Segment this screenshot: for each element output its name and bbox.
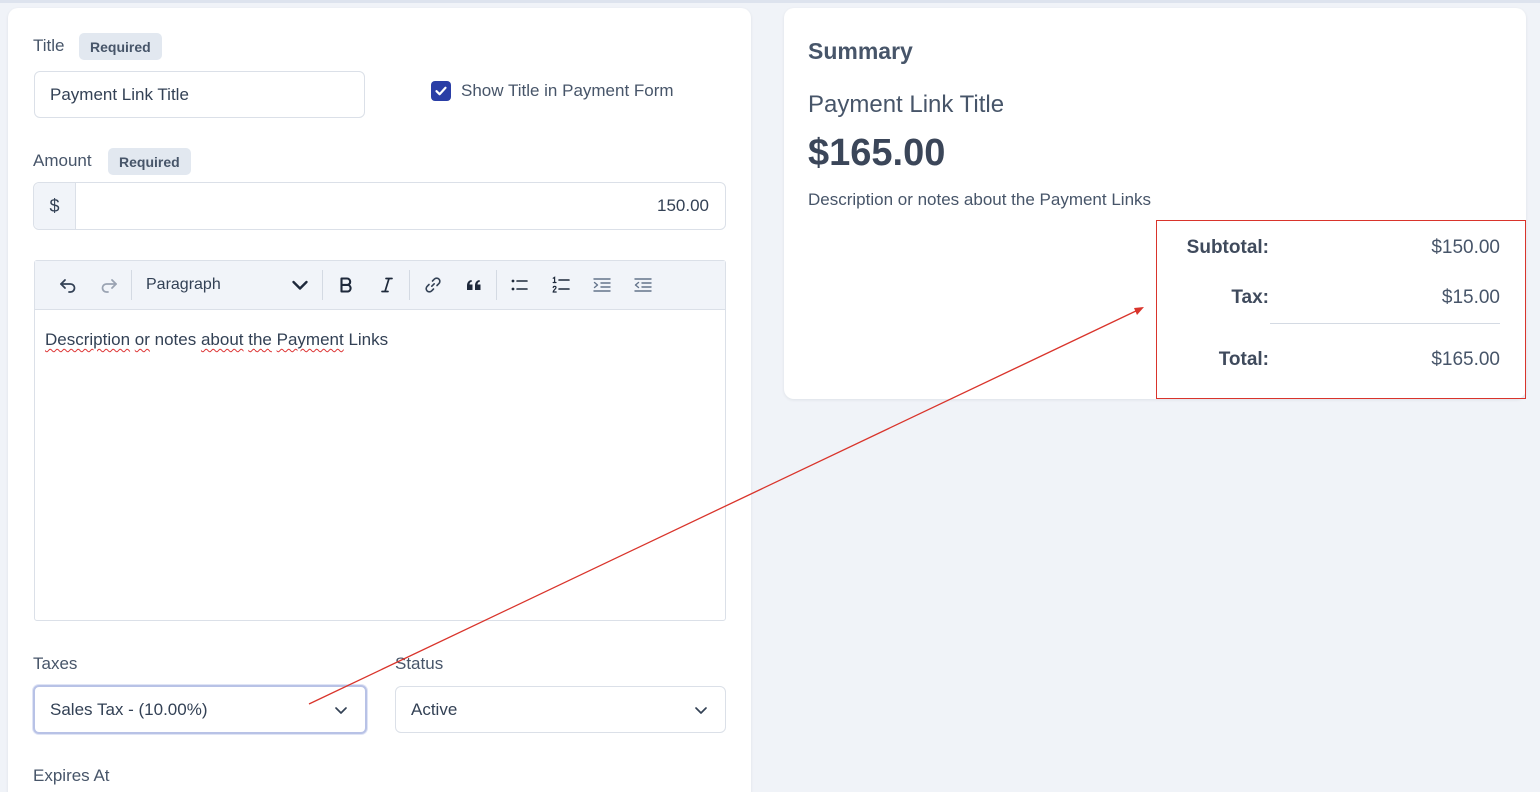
annotation-arrow (308, 307, 1144, 705)
